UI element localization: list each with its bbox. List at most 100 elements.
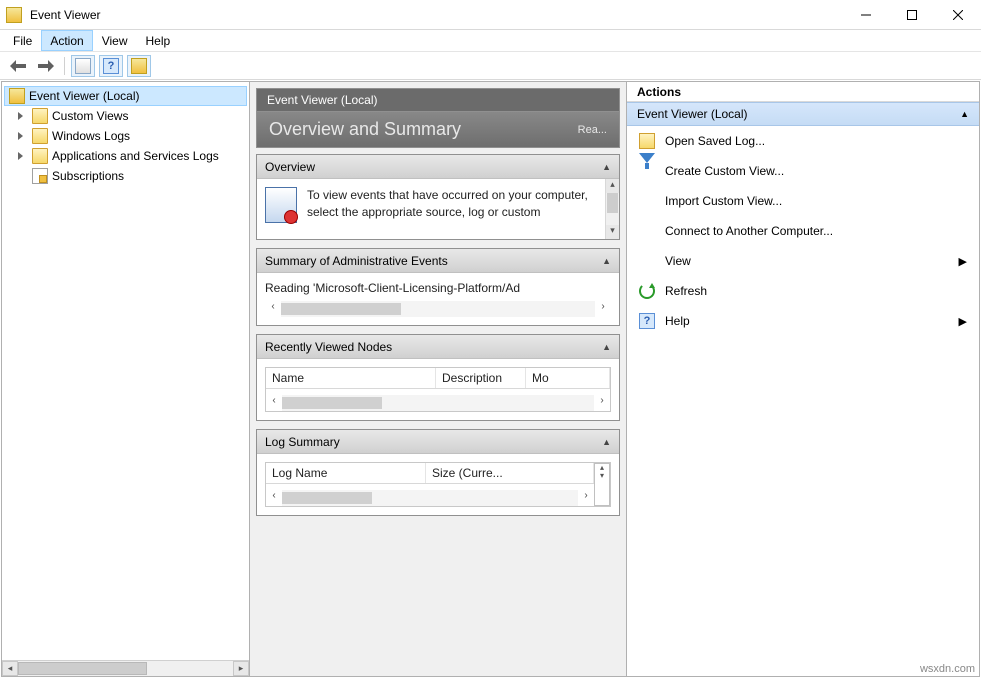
collapse-icon[interactable]: ▲ bbox=[960, 109, 969, 119]
console-tree[interactable]: Event Viewer (Local) Custom Views Window… bbox=[2, 82, 249, 660]
scroll-right-button[interactable]: ▸ bbox=[233, 661, 249, 676]
details-title-bar: Overview and Summary Rea... bbox=[256, 112, 620, 148]
help-icon: ? bbox=[103, 58, 119, 74]
minimize-button[interactable] bbox=[843, 0, 889, 29]
tree-label: Windows Logs bbox=[52, 129, 130, 143]
action-import-custom-view[interactable]: Import Custom View... bbox=[627, 186, 979, 216]
action-label: Help bbox=[665, 314, 690, 328]
menu-file[interactable]: File bbox=[4, 30, 41, 51]
scroll-thumb[interactable] bbox=[282, 492, 372, 504]
action-open-saved-log[interactable]: Open Saved Log... bbox=[627, 126, 979, 156]
collapse-icon[interactable]: ▲ bbox=[602, 162, 611, 172]
scroll-left-button[interactable]: ‹ bbox=[266, 490, 282, 506]
toolbar: ? bbox=[0, 52, 981, 80]
window-title: Event Viewer bbox=[30, 8, 843, 22]
tree-root[interactable]: Event Viewer (Local) bbox=[4, 86, 247, 106]
scroll-right-button[interactable]: › bbox=[595, 301, 611, 317]
tree-item-windows-logs[interactable]: Windows Logs bbox=[4, 126, 247, 146]
summary-header[interactable]: Summary of Administrative Events ▲ bbox=[257, 249, 619, 273]
expander-icon[interactable] bbox=[18, 111, 28, 121]
actions-group-header[interactable]: Event Viewer (Local) ▲ bbox=[627, 102, 979, 126]
collapse-icon[interactable]: ▲ bbox=[602, 437, 611, 447]
col-name[interactable]: Name bbox=[266, 368, 436, 388]
tree-panel: Event Viewer (Local) Custom Views Window… bbox=[2, 82, 250, 676]
scroll-thumb[interactable] bbox=[281, 303, 401, 315]
panel-icon bbox=[75, 58, 91, 74]
summary-hscrollbar[interactable]: ‹ › bbox=[265, 301, 611, 317]
scroll-thumb[interactable] bbox=[18, 662, 147, 675]
scroll-down-button[interactable]: ▾ bbox=[606, 225, 619, 239]
funnel-icon bbox=[639, 163, 655, 179]
action-connect-computer[interactable]: Connect to Another Computer... bbox=[627, 216, 979, 246]
scroll-left-button[interactable]: ‹ bbox=[265, 301, 281, 317]
action-refresh[interactable]: Refresh bbox=[627, 276, 979, 306]
scroll-thumb[interactable] bbox=[607, 193, 618, 213]
window-controls bbox=[843, 0, 981, 29]
close-button[interactable] bbox=[935, 0, 981, 29]
action-label: Open Saved Log... bbox=[665, 134, 765, 148]
tree-item-subscriptions[interactable]: Subscriptions bbox=[4, 166, 247, 186]
details-title-sub: Rea... bbox=[578, 124, 607, 136]
expander-icon[interactable] bbox=[18, 131, 28, 141]
scroll-track[interactable] bbox=[18, 661, 233, 676]
tree-item-applications-services[interactable]: Applications and Services Logs bbox=[4, 146, 247, 166]
submenu-arrow-icon: ▶ bbox=[959, 255, 967, 268]
scroll-left-button[interactable]: ‹ bbox=[266, 395, 282, 411]
spin-down-button[interactable]: ▾ bbox=[595, 472, 609, 480]
nav-back-button[interactable] bbox=[6, 55, 30, 77]
submenu-arrow-icon: ▶ bbox=[959, 315, 967, 328]
nav-forward-button[interactable] bbox=[34, 55, 58, 77]
summary-section: Summary of Administrative Events ▲ Readi… bbox=[256, 248, 620, 326]
tree-root-label: Event Viewer (Local) bbox=[29, 89, 140, 103]
logsummary-header[interactable]: Log Summary ▲ bbox=[257, 430, 619, 454]
menu-action[interactable]: Action bbox=[41, 30, 92, 51]
recent-header[interactable]: Recently Viewed Nodes ▲ bbox=[257, 335, 619, 359]
maximize-button[interactable] bbox=[889, 0, 935, 29]
actions-panel: Actions Event Viewer (Local) ▲ Open Save… bbox=[627, 82, 979, 676]
watermark: wsxdn.com bbox=[920, 663, 975, 675]
scroll-up-button[interactable]: ▴ bbox=[606, 179, 619, 193]
log-button[interactable] bbox=[127, 55, 151, 77]
action-view-submenu[interactable]: View ▶ bbox=[627, 246, 979, 276]
collapse-icon[interactable]: ▲ bbox=[602, 256, 611, 266]
show-hide-tree-button[interactable] bbox=[71, 55, 95, 77]
action-help-submenu[interactable]: ? Help ▶ bbox=[627, 306, 979, 336]
col-modified[interactable]: Mo bbox=[526, 368, 610, 388]
overview-header[interactable]: Overview ▲ bbox=[257, 155, 619, 179]
scroll-thumb[interactable] bbox=[282, 397, 382, 409]
col-description[interactable]: Description bbox=[436, 368, 526, 388]
logsummary-section: Log Summary ▲ Log Name Size (Curre... ‹ … bbox=[256, 429, 620, 516]
overview-vscrollbar[interactable]: ▴ ▾ bbox=[605, 179, 619, 239]
logsummary-spinner[interactable]: ▴ ▾ bbox=[594, 463, 610, 506]
collapse-icon[interactable]: ▲ bbox=[602, 342, 611, 352]
help-icon: ? bbox=[639, 313, 655, 329]
scroll-right-button[interactable]: › bbox=[578, 490, 594, 506]
menu-view[interactable]: View bbox=[93, 30, 137, 51]
overview-header-label: Overview bbox=[265, 160, 315, 174]
details-header: Event Viewer (Local) bbox=[256, 88, 620, 112]
tree-label: Subscriptions bbox=[52, 169, 124, 183]
action-create-custom-view[interactable]: Create Custom View... bbox=[627, 156, 979, 186]
menu-help[interactable]: Help bbox=[137, 30, 180, 51]
recent-hscrollbar[interactable]: ‹ › bbox=[266, 395, 610, 411]
tree-hscrollbar[interactable]: ◂ ▸ bbox=[2, 660, 249, 676]
overview-icon bbox=[265, 187, 297, 223]
col-logname[interactable]: Log Name bbox=[266, 463, 426, 483]
scroll-right-button[interactable]: › bbox=[594, 395, 610, 411]
logsummary-hscrollbar[interactable]: ‹ › bbox=[266, 490, 594, 506]
overview-text: To view events that have occurred on you… bbox=[307, 187, 597, 231]
help-button[interactable]: ? bbox=[99, 55, 123, 77]
details-title: Overview and Summary bbox=[269, 119, 461, 140]
expander-icon[interactable] bbox=[18, 151, 28, 161]
tree-item-custom-views[interactable]: Custom Views bbox=[4, 106, 247, 126]
blank-icon bbox=[639, 253, 655, 269]
tree-label: Custom Views bbox=[52, 109, 128, 123]
blank-icon bbox=[639, 193, 655, 209]
recent-header-label: Recently Viewed Nodes bbox=[265, 340, 392, 354]
col-size[interactable]: Size (Curre... bbox=[426, 463, 594, 483]
logsummary-columns: Log Name Size (Curre... bbox=[266, 463, 594, 484]
scroll-left-button[interactable]: ◂ bbox=[2, 661, 18, 676]
subscriptions-icon bbox=[32, 168, 48, 184]
summary-reading-text: Reading 'Microsoft-Client-Licensing-Plat… bbox=[265, 281, 611, 295]
folder-icon bbox=[32, 108, 48, 124]
